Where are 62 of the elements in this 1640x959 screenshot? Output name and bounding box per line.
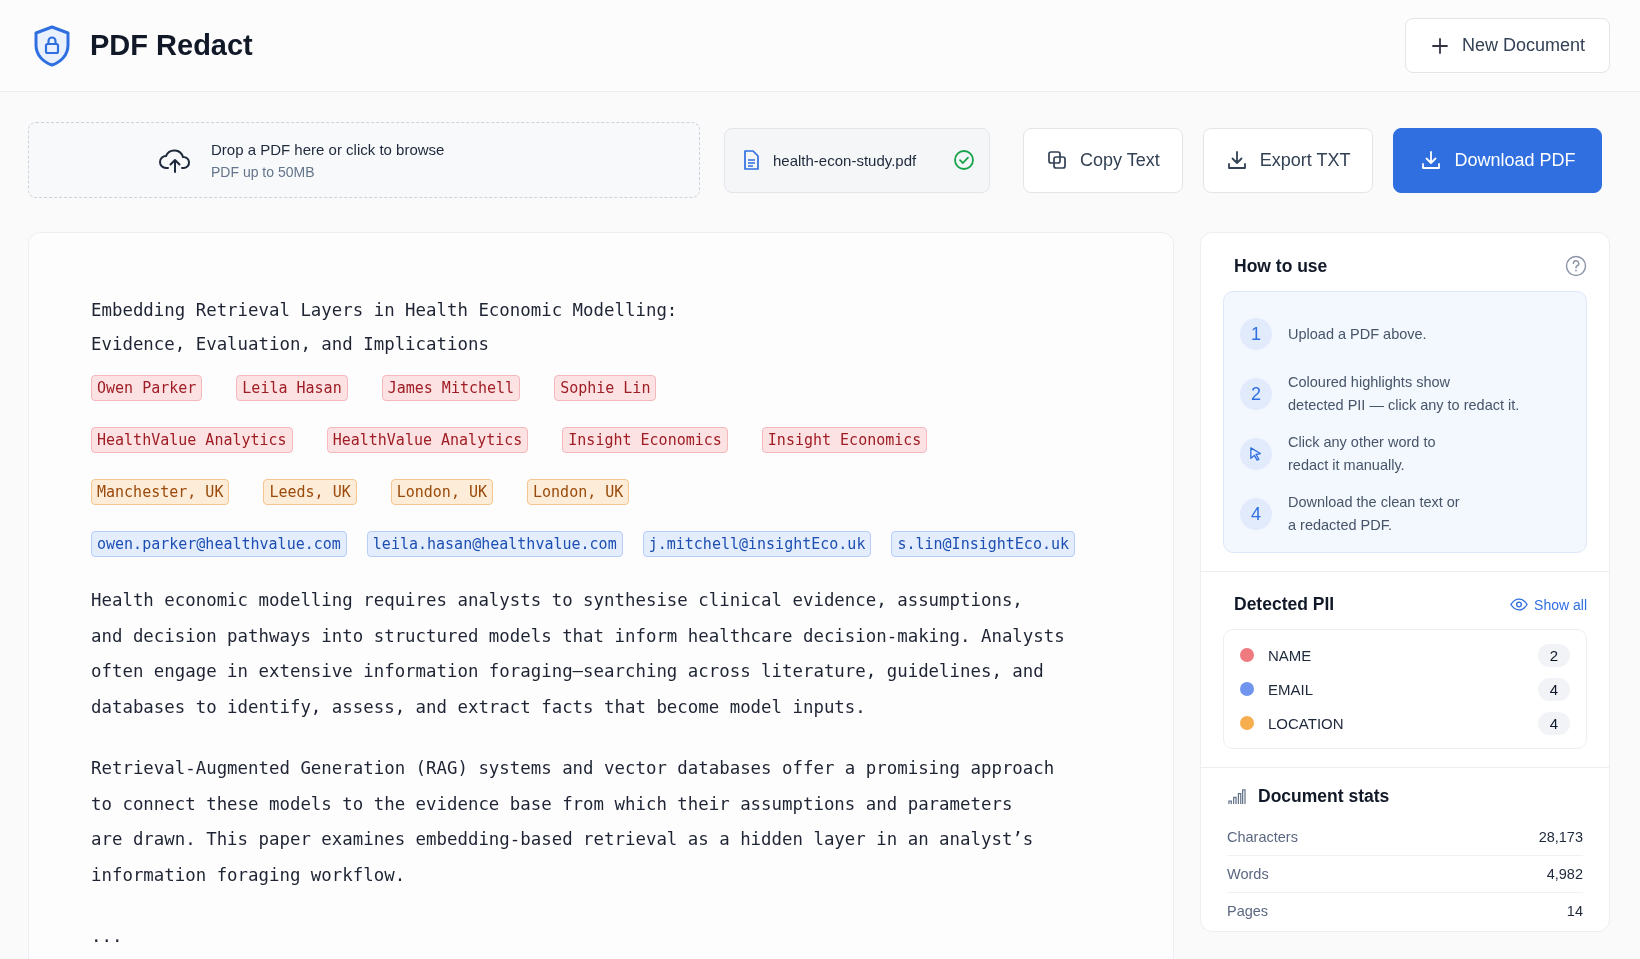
count-badge: 2	[1538, 643, 1570, 667]
stat-value: 28,173	[1538, 829, 1583, 845]
pii-highlight[interactable]: HealthValue Analytics	[91, 427, 293, 453]
download-button[interactable]: Download PDF	[1393, 127, 1603, 193]
stat-value: 14	[1566, 903, 1583, 919]
pii-highlight[interactable]: Sophie Lin	[554, 375, 657, 401]
pii-highlight[interactable]: Leeds, UK	[263, 479, 357, 505]
plus-icon	[1429, 35, 1450, 56]
step-text: Click any other word to redact it manually.	[1288, 433, 1436, 475]
step-number: 2	[1240, 378, 1272, 410]
stat-label: Characters	[1227, 829, 1298, 845]
pii-highlight[interactable]: London, UK	[390, 479, 494, 505]
pii-type-label: EMAIL	[1268, 680, 1314, 698]
stat-label: Pages	[1227, 903, 1269, 919]
count-badge: 4	[1538, 677, 1570, 701]
pii-type-label: LOCATION	[1268, 714, 1345, 732]
stat-label: Words	[1227, 866, 1269, 882]
step-number: 1	[1240, 318, 1272, 350]
upload-dropzone[interactable]: Drop a PDF here or click to browse PDF up to 50MB	[28, 122, 700, 198]
pii-highlight[interactable]: Manchester, UK	[91, 479, 230, 505]
eye-icon	[1510, 598, 1529, 611]
copy-icon	[1046, 149, 1068, 171]
pii-highlight[interactable]: j.mitchell@insightEco.uk	[642, 531, 872, 557]
step-text: Download the clean text or a redacted PDF.	[1288, 493, 1460, 535]
pii-highlight[interactable]: owen.parker@healthvalue.com	[91, 531, 347, 557]
step-number: 4	[1240, 498, 1272, 530]
section-title: Document stats	[1258, 786, 1390, 807]
pii-highlight[interactable]: Leila Hasan	[236, 375, 348, 401]
pii-highlight[interactable]: London, UK	[527, 479, 630, 505]
section-title: How to use	[1234, 255, 1328, 277]
pii-highlight[interactable]: Insight Economics	[761, 427, 928, 453]
section-title: Detected PII	[1234, 594, 1335, 615]
pii-highlight[interactable]: leila.hasan@healthvalue.com	[366, 531, 623, 557]
file-name: health-econ-study.pdf	[773, 151, 918, 169]
show-all-link[interactable]: Show all	[1510, 596, 1587, 613]
stat-value: 4,982	[1546, 866, 1583, 882]
pii-highlight[interactable]: James Mitchell	[381, 375, 521, 401]
download-button[interactable]: Export TXT	[1202, 127, 1374, 193]
pii-highlight[interactable]: HealthValue Analytics	[326, 427, 529, 453]
document-title: Embedding Retrieval Layers in Health Economic Modelling: Evidence, Evaluation, and Implications	[91, 299, 679, 356]
copy-text-button[interactable]: Copy Text	[1023, 127, 1183, 193]
pii-highlight[interactable]: Owen Parker	[91, 375, 203, 401]
document-paragraph: Retrieval-Augmented Generation (RAG) systems and vector databases offer a promising approach to connect these models to the evidence base from which their assumptions and parameters are drawn. This paper examines embedding-based retrieval as a hidden layer in an analyst’s information foraging workflow.	[91, 757, 1056, 887]
count-badge: 4	[1538, 711, 1570, 735]
bar-chart-icon	[1227, 788, 1246, 805]
cloud-upload-icon	[159, 146, 191, 174]
pii-highlight[interactable]: s.lin@InsightEco.uk	[891, 531, 1076, 557]
upload-size-hint: PDF up to 50MB	[211, 163, 316, 180]
document-paragraph: ...	[91, 925, 124, 948]
app-title: PDF Redact	[90, 29, 253, 62]
new-document-button[interactable]: New Document	[1404, 18, 1610, 73]
download-icon	[1225, 149, 1248, 171]
download-icon	[1420, 149, 1443, 171]
step-text: Upload a PDF above.	[1288, 324, 1427, 344]
step-text: Coloured highlights show detected PII — click any to redact it.	[1288, 373, 1520, 415]
upload-prompt: Drop a PDF here or click to browse	[211, 140, 445, 158]
document-paragraph: Health economic modelling requires analysts to synthesise clinical evidence, assumptions, and decision pathways into structured models that inform healthcare decision-making. Analysts often engage in extensive information foraging—searching across literature, guidelines, and databases to identify, assess, and extract facts that become model inputs.	[91, 589, 1066, 719]
shield-lock-icon	[32, 23, 72, 68]
help-icon[interactable]	[1565, 255, 1587, 277]
pii-highlight[interactable]: Insight Economics	[562, 427, 728, 453]
pii-type-label: NAME	[1268, 646, 1313, 664]
document-icon	[741, 149, 761, 171]
